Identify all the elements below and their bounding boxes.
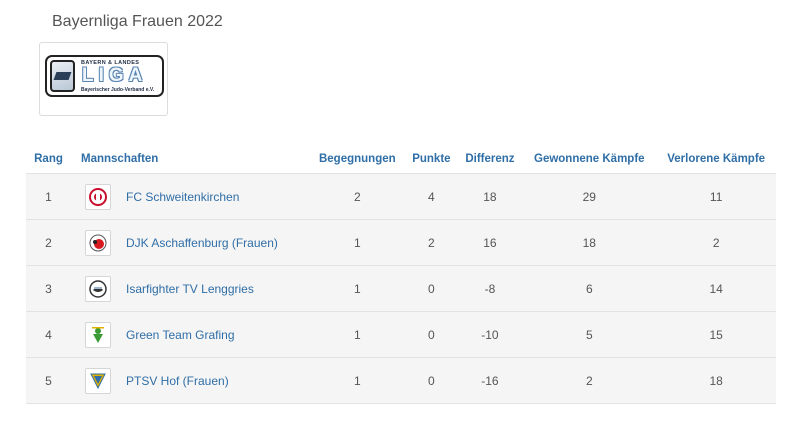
judo-emblem-icon [50, 60, 75, 92]
team-link[interactable]: FC Schweitenkirchen [126, 190, 239, 204]
won-cell: 29 [522, 173, 657, 220]
matches-cell: 1 [309, 311, 406, 358]
rank-cell: 4 [26, 311, 71, 358]
won-cell: 2 [522, 357, 657, 404]
lost-cell: 14 [656, 265, 776, 312]
header-lost: Verlorene Kämpfe [667, 153, 766, 165]
table-row: 2 DJK Aschaffenburg (Frauen) 1 2 16 18 2 [26, 219, 776, 266]
team-link[interactable]: DJK Aschaffenburg (Frauen) [126, 236, 278, 250]
matches-cell: 1 [309, 265, 406, 312]
matches-cell: 1 [309, 357, 406, 404]
lost-cell: 11 [656, 173, 776, 220]
table-header-row: Rang Mannschaften Begegnungen Punkte Dif… [26, 145, 776, 174]
points-cell: 2 [405, 219, 458, 266]
rank-cell: 5 [26, 357, 71, 404]
table-row: 5 PTSV Hof (Frauen) 1 0 -16 2 18 [26, 357, 776, 404]
team-cell: Isarfighter TV Lenggries [71, 265, 310, 312]
points-cell: 0 [405, 311, 458, 358]
isarfighter-logo-icon [85, 275, 111, 302]
rank-cell: 2 [26, 219, 71, 266]
standings-table: Rang Mannschaften Begegnungen Punkte Dif… [26, 145, 776, 404]
matches-cell: 2 [309, 173, 406, 220]
header-points: Punkte [412, 153, 451, 165]
team-link[interactable]: Isarfighter TV Lenggries [126, 282, 254, 296]
won-cell: 18 [522, 219, 657, 266]
header-teams: Mannschaften [81, 153, 159, 165]
table-row: 1 FC Schweitenkirchen 2 4 18 29 11 [26, 173, 776, 220]
team-link[interactable]: PTSV Hof (Frauen) [126, 374, 229, 388]
team-link[interactable]: Green Team Grafing [126, 328, 235, 342]
team-cell: Green Team Grafing [71, 311, 310, 358]
matches-cell: 1 [309, 219, 406, 266]
ptsv-hof-logo-icon [85, 367, 111, 394]
lost-cell: 15 [656, 311, 776, 358]
header-difference: Differenz [465, 153, 515, 165]
lost-cell: 2 [656, 219, 776, 266]
header-matches: Begegnungen [318, 153, 396, 165]
won-cell: 6 [522, 265, 657, 312]
difference-cell: -16 [457, 357, 523, 404]
rank-cell: 1 [26, 173, 71, 220]
team-cell: FC Schweitenkirchen [71, 173, 310, 220]
league-logo: BAYERN & LANDES LIGA Bayerischer Judo-Ve… [39, 42, 168, 116]
league-logo-main-text: LIGA [82, 65, 148, 86]
table-row: 4 Green Team Grafing 1 0 -10 5 15 [26, 311, 776, 358]
won-cell: 5 [522, 311, 657, 358]
difference-cell: 16 [457, 219, 523, 266]
difference-cell: -10 [457, 311, 523, 358]
green-team-grafing-logo-icon [85, 321, 111, 348]
rank-cell: 3 [26, 265, 71, 312]
points-cell: 4 [405, 173, 458, 220]
table-row: 3 Isarfighter TV Lenggries 1 0 -8 6 14 [26, 265, 776, 312]
djk-aschaffenburg-logo-icon [85, 229, 111, 256]
lost-cell: 18 [656, 357, 776, 404]
fc-schweitenkirchen-logo-icon [85, 183, 111, 210]
page-title: Bayernliga Frauen 2022 [52, 13, 223, 30]
team-cell: PTSV Hof (Frauen) [71, 357, 310, 404]
points-cell: 0 [405, 357, 458, 404]
difference-cell: 18 [457, 173, 523, 220]
liga-badge: BAYERN & LANDES LIGA Bayerischer Judo-Ve… [45, 55, 164, 97]
header-rank: Rang [34, 153, 63, 165]
points-cell: 0 [405, 265, 458, 312]
header-won: Gewonnene Kämpfe [534, 153, 645, 165]
league-logo-sub-text: Bayerischer Judo-Verband e.V. [81, 87, 155, 93]
difference-cell: -8 [457, 265, 523, 312]
team-cell: DJK Aschaffenburg (Frauen) [71, 219, 310, 266]
